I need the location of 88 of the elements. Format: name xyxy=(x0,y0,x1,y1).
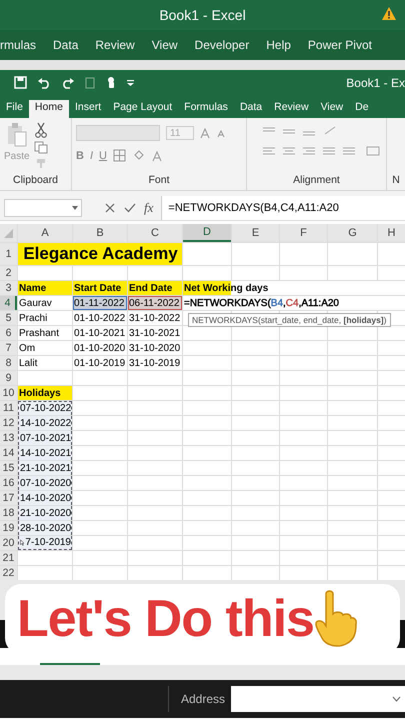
table-cell: 31-10-2019 xyxy=(128,356,182,370)
address-label: Address xyxy=(181,692,226,706)
table-cell: 06-11-2022 xyxy=(128,296,182,310)
table-cell: 21-10-2021 xyxy=(18,461,72,475)
row-header[interactable]: 3 xyxy=(0,281,17,295)
ribbon-tab[interactable]: De xyxy=(349,100,375,118)
table-cell: Holidays xyxy=(18,386,72,400)
table-cell: Lalit xyxy=(18,356,72,370)
ribbon-tab[interactable]: Page Layout xyxy=(107,100,178,118)
table-cell: 07-10-2022 xyxy=(18,401,72,415)
row-header[interactable]: 11 xyxy=(0,401,17,415)
column-header[interactable]: C xyxy=(128,224,182,242)
ribbon-tab[interactable]: Developer xyxy=(194,38,250,52)
table-cell: 01-10-2020 xyxy=(73,341,127,355)
group-label: Clipboard xyxy=(12,174,59,188)
row-header[interactable]: 4 xyxy=(0,296,17,310)
ribbon-tab[interactable]: Review xyxy=(268,100,315,118)
ribbon-tab[interactable]: Insert xyxy=(68,100,108,118)
row-header[interactable]: 8 xyxy=(0,356,17,370)
row-header[interactable]: 14 xyxy=(0,446,17,460)
table-cell: Start Date xyxy=(73,281,127,295)
row-header[interactable]: 9 xyxy=(0,371,17,385)
ribbon-tab[interactable]: File xyxy=(0,100,29,118)
insert-function-button[interactable]: fx xyxy=(144,200,154,216)
ribbon-tab[interactable]: Formulas xyxy=(178,100,234,118)
row-header[interactable]: 12 xyxy=(0,416,17,430)
column-header[interactable]: F xyxy=(280,224,327,242)
row-header[interactable]: 22 xyxy=(0,566,17,580)
row-header[interactable]: 15 xyxy=(0,461,17,475)
table-cell: 01-10-2022 xyxy=(73,311,127,325)
ribbon-tab[interactable]: Help xyxy=(266,38,291,52)
ribbon-tab[interactable]: View xyxy=(314,100,350,118)
table-cell: 21-10-2020 xyxy=(18,506,72,520)
table-cell: Prashant xyxy=(18,326,72,340)
table-cell: 01-11-2022 xyxy=(73,296,127,310)
row-header[interactable]: 1 xyxy=(0,243,17,265)
title-cell: Elegance Academy xyxy=(18,243,182,265)
row-header[interactable]: 17 xyxy=(0,491,17,505)
table-cell: 14-10-2020 xyxy=(18,491,72,505)
formula-field[interactable]: =NETWORKDAYS(B4,C4,A11:A20 xyxy=(161,196,405,220)
column-header[interactable]: B xyxy=(73,224,127,242)
ribbon-tab[interactable]: rmulas xyxy=(0,38,36,52)
table-cell: 07-10-2021 xyxy=(18,431,72,445)
ribbon-tab[interactable]: View xyxy=(152,38,178,52)
row-header[interactable]: 7 xyxy=(0,341,17,355)
column-header[interactable]: H xyxy=(378,224,405,242)
column-header[interactable]: A xyxy=(18,224,72,242)
ribbon-tab[interactable]: Data xyxy=(234,100,268,118)
ribbon-tab[interactable]: Review xyxy=(95,38,135,52)
row-header[interactable]: 20 xyxy=(0,536,17,550)
row-header[interactable]: 21 xyxy=(0,551,17,565)
group-label: Font xyxy=(147,174,170,188)
table-cell: 31-10-2020 xyxy=(128,341,182,355)
row-header[interactable]: 13 xyxy=(0,431,17,445)
table-cell: 01-10-2021 xyxy=(73,326,127,340)
table-cell: 31-10-2022 xyxy=(128,311,182,325)
row-header[interactable]: 16 xyxy=(0,476,17,490)
window-title: Book1 - Excel xyxy=(159,7,246,23)
table-cell: 7-10-2019 xyxy=(18,536,72,550)
ribbon-tab[interactable]: Power Pivot xyxy=(308,38,372,52)
table-cell: Om xyxy=(18,341,72,355)
row-header[interactable]: 18 xyxy=(0,506,17,520)
window-title: Book1 - Ex xyxy=(346,76,405,90)
ribbon-tab[interactable]: Home xyxy=(28,100,69,118)
table-cell: 14-10-2021 xyxy=(18,446,72,460)
column-header[interactable]: D xyxy=(183,224,231,242)
row-header[interactable]: 2 xyxy=(0,266,17,280)
column-header[interactable]: E xyxy=(232,224,279,242)
group-label: N xyxy=(391,174,401,188)
table-cell: Gaurav xyxy=(18,296,72,310)
group-label: Alignment xyxy=(292,174,341,188)
table-cell: 14-10-2022 xyxy=(18,416,72,430)
table-cell: Name xyxy=(18,281,72,295)
table-cell: 28-10-2020 xyxy=(18,521,72,535)
caption-text: Let's Do this xyxy=(17,589,314,649)
row-header[interactable]: 19 xyxy=(0,521,17,535)
row-header[interactable]: 5 xyxy=(0,311,17,325)
table-cell: End Date xyxy=(128,281,182,295)
row-header[interactable]: 6 xyxy=(0,326,17,340)
row-header[interactable]: 10 xyxy=(0,386,17,400)
table-cell: 31-10-2021 xyxy=(128,326,182,340)
ribbon-tab[interactable]: Data xyxy=(53,38,78,52)
function-tooltip: NETWORKDAYS(start_date, end_date, [holidays]) xyxy=(188,313,390,327)
table-cell: Prachi xyxy=(18,311,72,325)
table-cell: 07-10-2020 xyxy=(18,476,72,490)
formula-cell[interactable]: =NETWORKDAYS(B4,C4,A11:A20 xyxy=(183,296,405,310)
table-cell: 01-10-2019 xyxy=(73,356,127,370)
column-header[interactable]: G xyxy=(328,224,377,242)
